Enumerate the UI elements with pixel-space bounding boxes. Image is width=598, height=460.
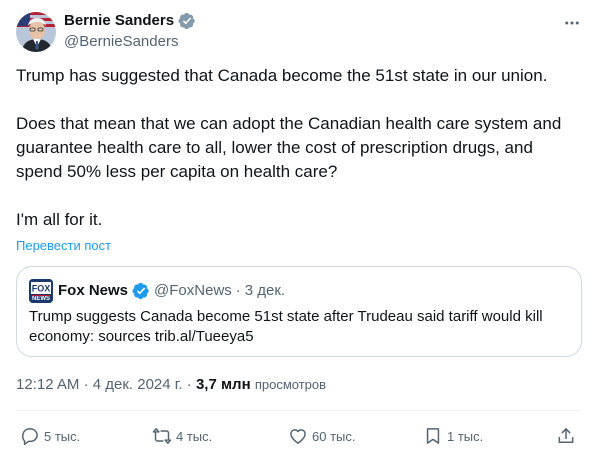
like-count: 60 тыс. bbox=[312, 428, 356, 444]
bookmark-button[interactable]: 1 тыс. bbox=[423, 424, 483, 448]
fox-news-logo: FOX NEWS bbox=[29, 279, 53, 303]
views-label: просмотров bbox=[254, 377, 327, 392]
bookmark-icon bbox=[423, 426, 443, 446]
post-paragraph: Does that mean that we can adopt the Can… bbox=[16, 114, 562, 181]
quoted-handle: @FoxNews bbox=[154, 282, 232, 299]
post-date[interactable]: 4 дек. 2024 г. bbox=[93, 376, 183, 393]
post-meta: 12:12 AM · 4 дек. 2024 г. · 3,7 млн прос… bbox=[16, 375, 326, 395]
reply-icon bbox=[20, 426, 40, 446]
translate-post-link[interactable]: Перевести пост bbox=[16, 238, 111, 254]
quoted-display-name: Fox News bbox=[58, 282, 129, 299]
share-button[interactable] bbox=[556, 424, 576, 448]
quoted-author-row: Fox News @FoxNews · 3 дек. bbox=[58, 281, 285, 301]
author-name-row[interactable]: Bernie Sanders bbox=[64, 11, 196, 31]
post-time[interactable]: 12:12 AM bbox=[16, 376, 79, 393]
verified-badge-icon bbox=[178, 12, 196, 30]
quoted-post[interactable]: FOX NEWS Fox News @FoxNews · 3 дек. Trum… bbox=[16, 266, 582, 357]
meta-separator: · bbox=[186, 376, 192, 393]
views-count[interactable]: 3,7 млн bbox=[196, 376, 251, 393]
post-text: Trump has suggested that Canada become t… bbox=[16, 64, 582, 232]
reply-count: 5 тыс. bbox=[44, 428, 81, 444]
quoted-separator: · bbox=[235, 282, 241, 299]
author-display-name[interactable]: Bernie Sanders bbox=[64, 11, 174, 31]
author-avatar[interactable] bbox=[16, 12, 56, 52]
meta-separator: · bbox=[83, 376, 89, 393]
quoted-text: Trump suggests Canada become 51st state … bbox=[29, 308, 543, 345]
reply-button[interactable]: 5 тыс. bbox=[20, 424, 80, 448]
quoted-date: 3 дек. bbox=[244, 282, 286, 299]
post-paragraph: I'm all for it. bbox=[16, 210, 103, 229]
bookmark-count: 1 тыс. bbox=[447, 428, 484, 444]
repost-count: 4 тыс. bbox=[176, 428, 213, 444]
repost-icon bbox=[152, 426, 172, 446]
like-button[interactable]: 60 тыс. bbox=[288, 424, 355, 448]
more-horizontal-icon[interactable] bbox=[562, 13, 582, 33]
svg-text:NEWS: NEWS bbox=[32, 296, 50, 302]
heart-icon bbox=[288, 426, 308, 446]
author-handle[interactable]: @BernieSanders bbox=[64, 32, 178, 52]
verified-badge-icon bbox=[132, 282, 150, 300]
repost-button[interactable]: 4 тыс. bbox=[152, 424, 212, 448]
post-paragraph: Trump has suggested that Canada become t… bbox=[16, 66, 548, 85]
share-icon bbox=[556, 426, 576, 446]
tweet: Bernie Sanders @BernieSanders Trump has … bbox=[0, 0, 598, 460]
divider bbox=[16, 410, 582, 411]
svg-text:FOX: FOX bbox=[32, 284, 51, 294]
